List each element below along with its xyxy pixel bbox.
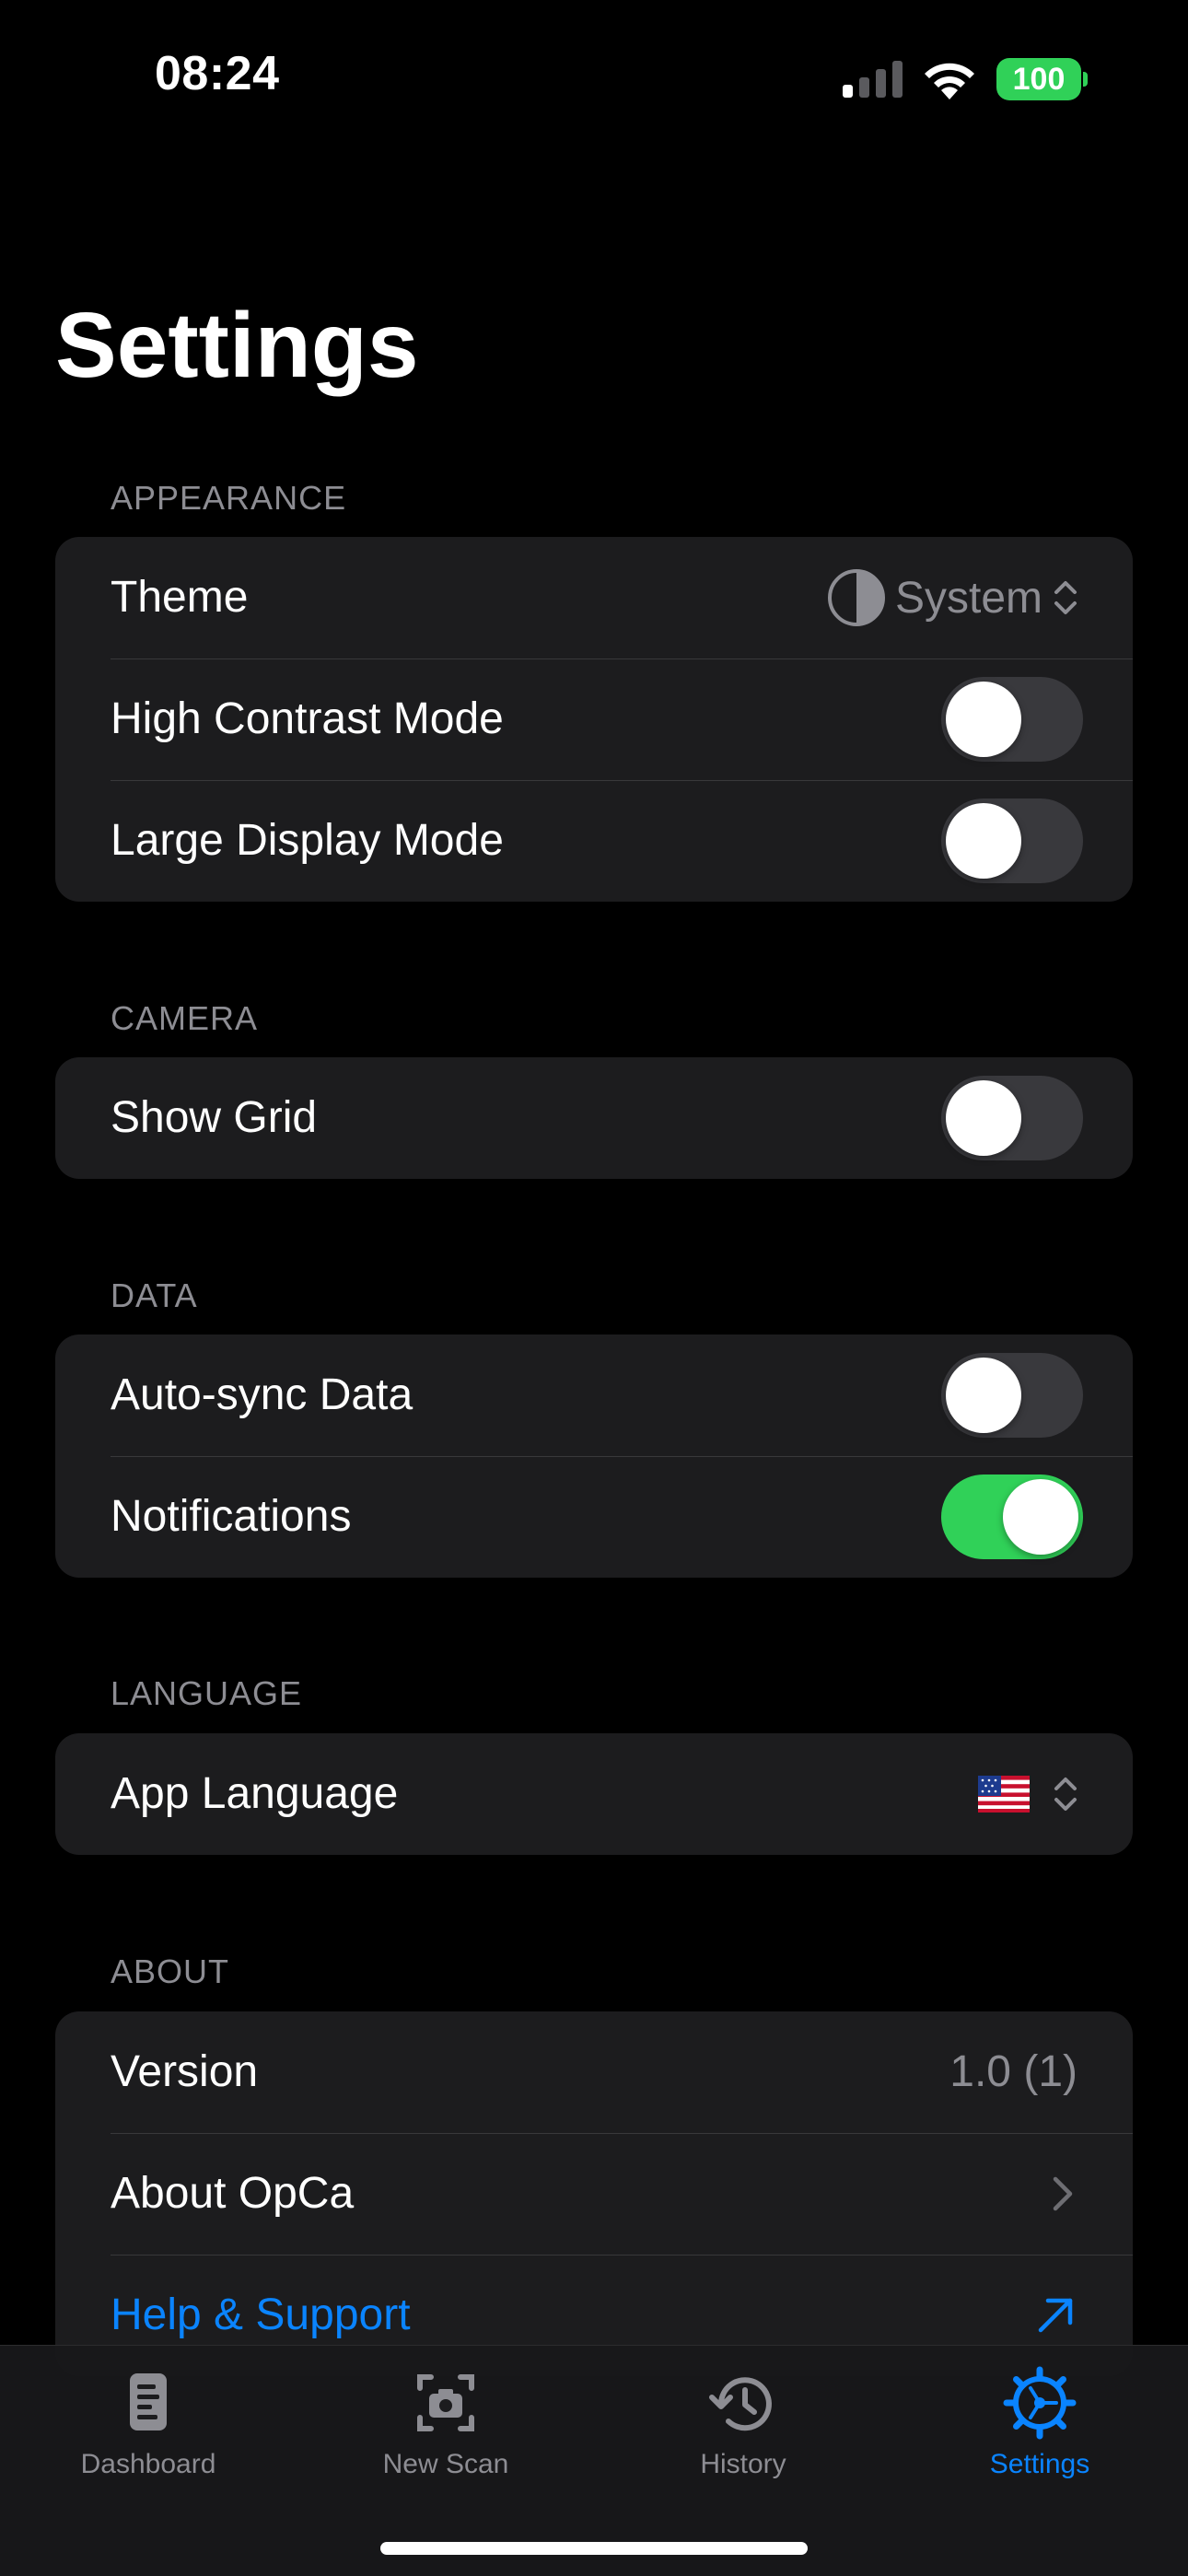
notifications-toggle[interactable] bbox=[941, 1474, 1083, 1559]
cellular-signal-icon bbox=[843, 61, 903, 98]
notifications-row: Notifications bbox=[55, 1456, 1133, 1578]
status-time: 08:24 bbox=[155, 47, 280, 100]
appearance-group: Theme System High Contrast Mode Large Di… bbox=[55, 537, 1133, 902]
wifi-icon bbox=[925, 63, 974, 99]
chevron-up-down-icon bbox=[1054, 1778, 1077, 1811]
tab-label: New Scan bbox=[382, 2449, 509, 2479]
chevron-right-icon bbox=[1053, 2176, 1073, 2211]
version-label: Version bbox=[111, 2047, 259, 2096]
chevron-up-down-icon bbox=[1054, 581, 1077, 614]
language-group: App Language bbox=[55, 1733, 1133, 1855]
version-value: 1.0 (1) bbox=[949, 2047, 1077, 2096]
high-contrast-toggle[interactable] bbox=[941, 677, 1083, 762]
toggle-knob bbox=[946, 1358, 1021, 1433]
external-link-arrow-icon bbox=[1038, 2298, 1073, 2333]
us-flag-icon bbox=[978, 1776, 1030, 1813]
app-language-row[interactable]: App Language bbox=[55, 1733, 1133, 1855]
notifications-label: Notifications bbox=[111, 1492, 352, 1541]
tab-history[interactable]: History bbox=[642, 2364, 844, 2502]
show-grid-label: Show Grid bbox=[111, 1093, 318, 1142]
battery-indicator: 100 bbox=[996, 58, 1081, 100]
theme-picker[interactable]: System bbox=[827, 537, 1079, 659]
section-header-camera: CAMERA bbox=[111, 999, 259, 1037]
toggle-knob bbox=[1003, 1479, 1078, 1555]
high-contrast-row: High Contrast Mode bbox=[55, 659, 1133, 780]
camera-scan-icon bbox=[417, 2374, 474, 2431]
home-indicator bbox=[380, 2542, 808, 2555]
auto-sync-row: Auto-sync Data bbox=[55, 1335, 1133, 1456]
large-display-row: Large Display Mode bbox=[55, 780, 1133, 902]
dashboard-icon bbox=[130, 2373, 167, 2430]
history-icon bbox=[709, 2377, 772, 2431]
toggle-knob bbox=[946, 803, 1021, 879]
battery-tip bbox=[1083, 72, 1088, 87]
gear-icon bbox=[1003, 2366, 1077, 2440]
section-header-appearance: APPEARANCE bbox=[111, 479, 347, 517]
data-group: Auto-sync Data Notifications bbox=[55, 1335, 1133, 1578]
about-group: Version 1.0 (1) About OpCa Help & Suppor… bbox=[55, 2011, 1133, 2376]
half-circle-contrast-icon bbox=[827, 569, 885, 626]
language-picker[interactable] bbox=[978, 1733, 1079, 1855]
theme-value: System bbox=[894, 573, 1042, 623]
theme-label: Theme bbox=[111, 573, 249, 622]
auto-sync-label: Auto-sync Data bbox=[111, 1370, 413, 1419]
toggle-knob bbox=[946, 682, 1021, 757]
large-display-toggle[interactable] bbox=[941, 798, 1083, 883]
about-opca-row[interactable]: About OpCa bbox=[55, 2133, 1133, 2255]
tab-label: Dashboard bbox=[80, 2449, 216, 2479]
auto-sync-toggle[interactable] bbox=[941, 1353, 1083, 1438]
large-display-label: Large Display Mode bbox=[111, 816, 504, 865]
page-title: Settings bbox=[55, 294, 419, 397]
section-header-about: ABOUT bbox=[111, 1952, 230, 1990]
tab-settings[interactable]: Settings bbox=[938, 2364, 1141, 2502]
tab-new-scan[interactable]: New Scan bbox=[344, 2364, 547, 2502]
section-header-data: DATA bbox=[111, 1276, 198, 1314]
high-contrast-label: High Contrast Mode bbox=[111, 694, 504, 743]
app-language-label: App Language bbox=[111, 1769, 399, 1818]
about-opca-label: About OpCa bbox=[111, 2169, 355, 2218]
status-bar: 08:24 100 bbox=[0, 0, 1188, 161]
show-grid-toggle[interactable] bbox=[941, 1076, 1083, 1160]
version-row: Version 1.0 (1) bbox=[55, 2011, 1133, 2133]
tab-label: History bbox=[700, 2449, 786, 2479]
tab-dashboard[interactable]: Dashboard bbox=[47, 2364, 250, 2502]
section-header-language: LANGUAGE bbox=[111, 1674, 303, 1712]
camera-group: Show Grid bbox=[55, 1057, 1133, 1179]
tab-label: Settings bbox=[989, 2449, 1090, 2479]
toggle-knob bbox=[946, 1080, 1021, 1156]
theme-row[interactable]: Theme System bbox=[55, 537, 1133, 659]
show-grid-row: Show Grid bbox=[55, 1057, 1133, 1179]
